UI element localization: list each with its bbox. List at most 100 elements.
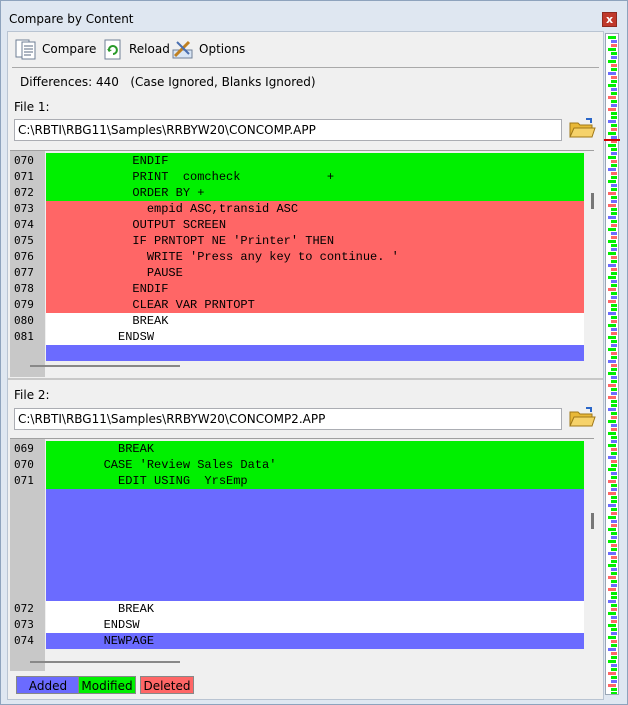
file1-path-input[interactable]: C:\RBTI\RBG11\Samples\RRBYW20\CONCOMP.AP…	[14, 119, 562, 141]
line-content-added	[46, 569, 584, 585]
options-label: Options	[199, 42, 246, 56]
overview-mark	[608, 612, 616, 615]
options-button[interactable]: Options	[171, 37, 245, 61]
overview-mark	[611, 164, 617, 167]
line-content-same: ENDSW	[46, 329, 584, 345]
overview-mark	[611, 92, 617, 95]
overview-mark	[608, 384, 616, 387]
line-number: 072	[14, 186, 34, 199]
overview-mark	[611, 436, 617, 439]
overview-mark	[611, 200, 617, 203]
line-content-added	[46, 345, 584, 361]
overview-mark	[611, 256, 617, 259]
overview-mark	[611, 356, 617, 359]
vertical-scroll-thumb[interactable]	[591, 513, 594, 529]
overview-mark	[611, 596, 617, 599]
code-line: 069 BREAK	[10, 441, 594, 457]
line-number: 075	[14, 234, 34, 247]
overview-mark	[611, 496, 617, 499]
line-number: 081	[14, 330, 34, 343]
line-content-deleted: OUTPUT SCREEN	[46, 217, 584, 233]
overview-mark	[611, 428, 617, 431]
line-content-same: BREAK	[46, 601, 584, 617]
overview-mark	[608, 552, 616, 555]
file2-code-view[interactable]: 069 BREAK 070 CASE 'Review Sales Data' 071…	[10, 438, 594, 671]
line-content-modified: ORDER BY +	[46, 185, 584, 201]
window-title: Compare by Content	[9, 12, 134, 26]
overview-mark	[611, 608, 617, 611]
line-number: 071	[14, 170, 34, 183]
compare-flags: (Case Ignored, Blanks Ignored)	[130, 75, 316, 89]
line-text: PRINT comcheck +	[46, 170, 335, 184]
overview-mark	[611, 452, 617, 455]
overview-mark	[608, 264, 616, 267]
overview-mark	[611, 508, 617, 511]
overview-mark	[608, 420, 616, 423]
close-button[interactable]: x	[602, 12, 617, 27]
overview-mark	[608, 444, 616, 447]
file1-horizontal-scrollbar[interactable]	[30, 365, 180, 367]
overview-mark	[608, 180, 616, 183]
main-panel: Compare Reload Options Differences: 440 …	[7, 31, 604, 700]
overview-mark	[611, 592, 617, 595]
overview-mark	[611, 184, 617, 187]
reload-button[interactable]: Reload	[101, 37, 170, 61]
code-line: 081 ENDSW	[10, 329, 594, 345]
file2-path-input[interactable]: C:\RBTI\RBG11\Samples\RRBYW20\CONCOMP2.A…	[14, 408, 562, 430]
overview-mark	[611, 224, 617, 227]
file2-horizontal-scrollbar[interactable]	[30, 661, 180, 663]
difference-overview-bar[interactable]	[605, 33, 619, 695]
file2-open-button[interactable]	[567, 406, 597, 430]
overview-mark	[608, 576, 616, 579]
line-text: EDIT USING YrsEmp	[46, 474, 248, 488]
overview-mark	[611, 568, 617, 571]
overview-mark	[611, 344, 617, 347]
overview-mark	[611, 380, 617, 383]
overview-mark	[611, 484, 617, 487]
legend-deleted: Deleted	[140, 676, 194, 694]
overview-mark	[611, 412, 617, 415]
options-icon	[172, 40, 193, 59]
vertical-scroll-thumb[interactable]	[591, 193, 594, 209]
overview-mark	[608, 492, 616, 495]
compare-label: Compare	[42, 42, 97, 56]
file1-code-view[interactable]: 070 ENDIF 071 PRINT comcheck +072 ORDER B…	[10, 150, 594, 377]
line-text: IF PRNTOPT NE 'Printer' THEN	[46, 234, 335, 248]
overview-mark	[611, 584, 617, 587]
overview-mark	[611, 248, 617, 251]
overview-mark	[611, 680, 617, 683]
overview-mark	[611, 520, 617, 523]
overview-mark	[611, 176, 617, 179]
overview-mark	[608, 288, 616, 291]
code-line: 075 IF PRNTOPT NE 'Printer' THEN	[10, 233, 594, 249]
line-number: 080	[14, 314, 34, 327]
overview-mark	[608, 324, 616, 327]
file1-open-button[interactable]	[567, 117, 597, 141]
code-line	[10, 489, 594, 505]
overview-mark	[611, 260, 617, 263]
code-line	[10, 345, 594, 361]
code-line: 077 PAUSE	[10, 265, 594, 281]
overview-mark	[611, 148, 617, 151]
pane-splitter[interactable]	[8, 378, 603, 380]
overview-mark	[608, 672, 616, 675]
line-number: 077	[14, 266, 34, 279]
code-line: 071 EDIT USING YrsEmp	[10, 473, 594, 489]
overview-mark	[608, 36, 616, 39]
toolbar: Compare Reload Options	[8, 32, 603, 66]
compare-button[interactable]: Compare	[14, 37, 96, 61]
overview-mark	[608, 684, 616, 687]
overview-mark	[611, 368, 617, 371]
overview-mark	[611, 40, 617, 43]
code-line: 071 PRINT comcheck +	[10, 169, 594, 185]
overview-mark	[611, 620, 617, 623]
line-number: 070	[14, 458, 34, 471]
overview-mark	[611, 332, 617, 335]
overview-mark	[611, 56, 617, 59]
overview-mark	[611, 128, 617, 131]
overview-mark	[611, 304, 617, 307]
overview-mark	[611, 160, 617, 163]
line-text: ORDER BY +	[46, 186, 205, 200]
overview-mark	[608, 360, 616, 363]
overview-mark	[608, 252, 616, 255]
